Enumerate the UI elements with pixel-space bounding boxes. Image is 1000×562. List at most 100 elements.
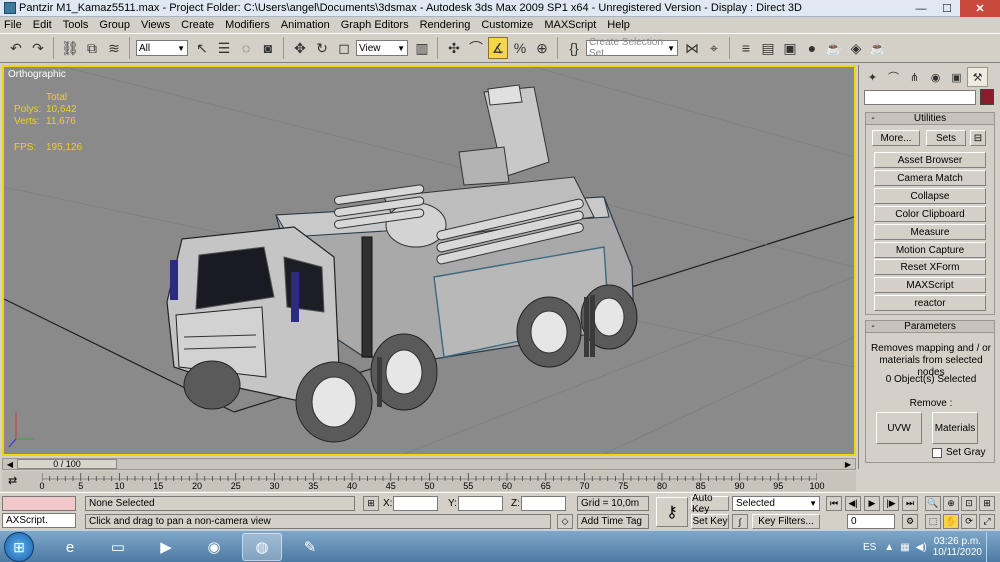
window-crossing-icon[interactable]: ◙ <box>258 37 278 59</box>
asset-browser-button[interactable]: Asset Browser <box>874 152 986 168</box>
play-icon[interactable]: ▶ <box>864 496 880 511</box>
uvw-button[interactable]: UVW <box>876 412 922 444</box>
object-name-field[interactable] <box>864 90 976 105</box>
viewport-label[interactable]: Orthographic <box>8 69 66 80</box>
more-button[interactable]: More... <box>872 130 920 146</box>
align-icon[interactable]: ⌖ <box>704 37 724 59</box>
volume-icon[interactable]: ◀) <box>916 542 927 553</box>
move-icon[interactable]: ✥ <box>290 37 310 59</box>
pan-view-icon[interactable]: ✋ <box>943 514 959 529</box>
reset-xform-button[interactable]: Reset XForm <box>874 259 986 275</box>
set-gray-checkbox[interactable] <box>932 448 942 458</box>
menu-views[interactable]: Views <box>141 19 170 31</box>
reactor-button[interactable]: reactor <box>874 295 986 311</box>
show-desktop-button[interactable] <box>986 532 996 562</box>
next-key-icon[interactable]: |▶ <box>883 496 899 511</box>
render-setup-icon[interactable]: ☕ <box>824 37 844 59</box>
named-selection-dropdown[interactable]: Create Selection Set ▼ <box>586 37 678 59</box>
open-mini-curve-editor-icon[interactable]: ⇄ <box>8 474 17 487</box>
region-zoom-icon[interactable]: ⬚ <box>925 514 941 529</box>
go-to-start-icon[interactable]: ⏮ <box>826 496 842 511</box>
time-tag-icon[interactable]: ◇ <box>557 514 573 529</box>
selection-filter-dropdown[interactable]: All ▼ <box>136 40 188 56</box>
rotate-icon[interactable]: ↻ <box>312 37 332 59</box>
key-filters-button[interactable]: Key Filters... <box>752 514 820 529</box>
menu-group[interactable]: Group <box>99 19 130 31</box>
reference-coordinate-dropdown[interactable]: View ▼ <box>356 40 408 56</box>
next-frame-icon[interactable]: ▶ <box>843 459 853 469</box>
zoom-extents-icon[interactable]: ⊡ <box>961 496 977 511</box>
utilities-tab-icon[interactable]: ⚒ <box>967 67 988 87</box>
time-slider[interactable]: ◀ 0 / 100 ▶ <box>2 458 856 470</box>
schematic-view-icon[interactable]: ▣ <box>780 37 800 59</box>
time-configuration-icon[interactable]: ⚙ <box>902 514 918 529</box>
scale-icon[interactable]: ◻ <box>334 37 354 59</box>
auto-key-button[interactable]: Auto Key <box>691 493 729 515</box>
time-slider-thumb[interactable]: 0 / 100 <box>17 459 117 469</box>
unlink-icon[interactable]: ⧉ <box>82 37 102 59</box>
zoom-all-icon[interactable]: ⊕ <box>943 496 959 511</box>
3dsmax-taskbar-icon[interactable]: ◍ <box>242 533 282 561</box>
media-player-icon[interactable]: ▶ <box>146 533 186 561</box>
pivot-center-icon[interactable]: ▥ <box>412 37 432 59</box>
menu-animation[interactable]: Animation <box>281 19 330 31</box>
curve-editor-icon[interactable]: ▤ <box>758 37 778 59</box>
y-coordinate-field[interactable] <box>458 496 503 511</box>
menu-rendering[interactable]: Rendering <box>420 19 471 31</box>
set-key-icon[interactable]: ⚷ <box>656 497 688 527</box>
add-time-tag-button[interactable]: Add Time Tag <box>577 514 649 529</box>
menu-modifiers[interactable]: Modifiers <box>225 19 270 31</box>
show-hidden-icons-icon[interactable]: ▲ <box>884 542 894 553</box>
create-tab-icon[interactable]: ✦ <box>862 67 883 87</box>
parameters-rollout-header[interactable]: - Parameters <box>865 320 995 333</box>
layer-manager-icon[interactable]: ≡ <box>736 37 756 59</box>
percent-snap-icon[interactable]: % <box>510 37 530 59</box>
network-icon[interactable]: ▦ <box>900 542 909 553</box>
internet-explorer-icon[interactable]: e <box>50 533 90 561</box>
close-button[interactable]: ✕ <box>960 0 1000 17</box>
select-and-manipulate-icon[interactable]: ✣ <box>444 37 464 59</box>
menu-file[interactable]: File <box>4 19 22 31</box>
track-bar[interactable]: ⇄ 0 5 10 15 20 25 30 35 40 45 50 55 60 65 70 75 80 85 90 95… <box>2 471 856 491</box>
display-tab-icon[interactable]: ▣ <box>946 67 967 87</box>
motion-tab-icon[interactable]: ◉ <box>925 67 946 87</box>
color-clipboard-button[interactable]: Color Clipboard <box>874 206 986 222</box>
materials-button[interactable]: Materials <box>932 412 978 444</box>
modify-tab-icon[interactable]: ⌒ <box>883 67 904 87</box>
language-indicator[interactable]: ES <box>863 542 876 553</box>
maxscript-mini-listener[interactable]: AXScript. <box>2 513 76 528</box>
lock-selection-icon[interactable]: ⊞ <box>363 496 379 511</box>
3dsmax-app-icon[interactable] <box>4 2 16 14</box>
select-object-icon[interactable]: ↖ <box>192 37 212 59</box>
truck-model[interactable] <box>166 84 638 443</box>
angle-snap-icon[interactable]: ∡ <box>488 37 508 59</box>
undo-icon[interactable]: ↶ <box>6 37 26 59</box>
previous-frame-icon[interactable]: ◀ <box>5 459 15 469</box>
measure-button[interactable]: Measure <box>874 224 986 240</box>
object-color-swatch[interactable] <box>980 89 994 105</box>
mirror-icon[interactable]: ⋈ <box>682 37 702 59</box>
edit-named-selection-icon[interactable]: {} <box>564 37 584 59</box>
hierarchy-tab-icon[interactable]: ⋔ <box>904 67 925 87</box>
menu-customize[interactable]: Customize <box>481 19 533 31</box>
sets-button[interactable]: Sets <box>926 130 966 146</box>
maxscript-button[interactable]: MAXScript <box>874 277 986 293</box>
material-editor-icon[interactable]: ● <box>802 37 822 59</box>
zoom-icon[interactable]: 🔍 <box>925 496 941 511</box>
x-coordinate-field[interactable] <box>393 496 438 511</box>
current-frame-field[interactable]: 0 <box>847 514 895 529</box>
spinner-snap-icon[interactable]: ⊕ <box>532 37 552 59</box>
zoom-extents-all-icon[interactable]: ⊞ <box>979 496 995 511</box>
key-mode-dropdown[interactable]: Selected ▼ <box>732 496 820 511</box>
motion-capture-button[interactable]: Motion Capture <box>874 242 986 258</box>
collapse-button[interactable]: Collapse <box>874 188 986 204</box>
default-in-out-tangents-icon[interactable]: ∫ <box>732 514 748 529</box>
paint-icon[interactable]: ✎ <box>290 533 330 561</box>
firefox-icon[interactable]: ◉ <box>194 533 234 561</box>
maxscript-mini-listener-top[interactable] <box>2 496 76 511</box>
start-button[interactable]: ⊞ <box>4 532 34 562</box>
camera-match-button[interactable]: Camera Match <box>874 170 986 186</box>
menu-maxscript[interactable]: MAXScript <box>544 19 596 31</box>
go-to-end-icon[interactable]: ⏭ <box>902 496 918 511</box>
select-by-name-icon[interactable]: ☰ <box>214 37 234 59</box>
